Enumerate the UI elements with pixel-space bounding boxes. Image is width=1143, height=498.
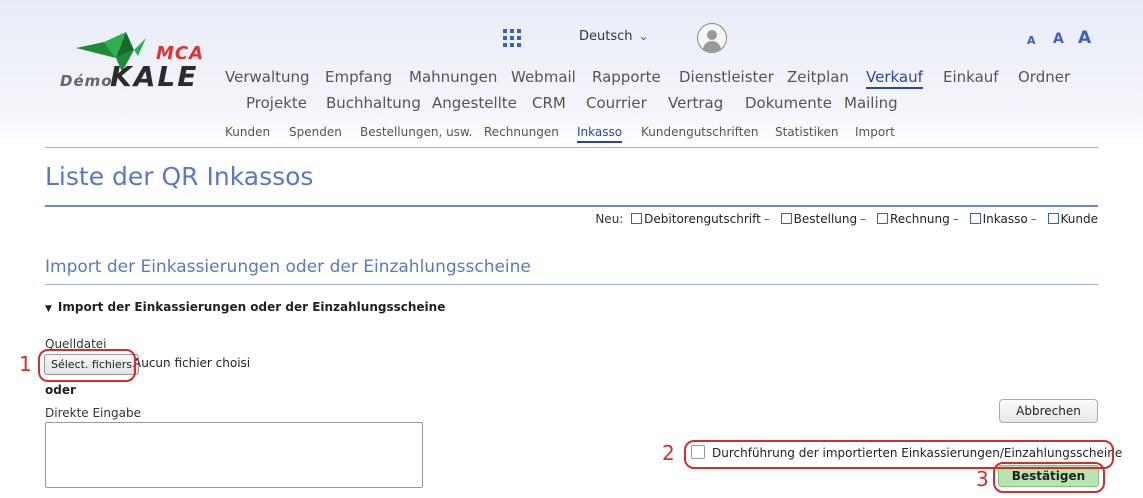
font-size-medium[interactable]: A: [1053, 31, 1064, 47]
menu-item-dokumente[interactable]: Dokumente: [745, 94, 832, 112]
apps-grid-icon[interactable]: [503, 29, 521, 47]
external-link-icon: [780, 213, 792, 224]
external-link-icon: [1047, 213, 1059, 224]
new-kunde-link[interactable]: Kunde: [1061, 212, 1098, 226]
menu-item-buchhaltung[interactable]: Buchhaltung: [326, 94, 421, 112]
section-title: Import der Einkassierungen oder der Einz…: [45, 257, 531, 277]
direct-input-textarea[interactable]: [45, 422, 423, 488]
external-link-icon: [969, 213, 981, 224]
font-size-large[interactable]: A: [1078, 28, 1091, 48]
cancel-button[interactable]: Abbrechen: [999, 399, 1098, 423]
menu-item-vertrag[interactable]: Vertrag: [668, 94, 723, 112]
title-underline: [45, 205, 1098, 207]
divider: [45, 147, 1098, 148]
triangle-down-icon: ▼: [45, 304, 52, 314]
new-links-bar: Neu: Debitorengutschrift – Bestellung – Re…: [595, 212, 1098, 226]
menu-item-verkauf[interactable]: Verkauf: [866, 68, 923, 89]
or-label: oder: [45, 383, 76, 397]
annotation-number-2: 2: [662, 441, 675, 465]
external-link-icon: [876, 213, 888, 224]
menu-item-projekte[interactable]: Projekte: [246, 94, 307, 112]
details-toggle[interactable]: ▼ Import der Einkassierungen oder der Ein…: [45, 300, 445, 314]
submenu-item-inkasso[interactable]: Inkasso: [577, 125, 623, 143]
menu-item-crm[interactable]: CRM: [532, 94, 566, 112]
details-title-text: Import der Einkassierungen oder der Einz…: [57, 300, 446, 314]
user-avatar-icon[interactable]: [697, 23, 727, 53]
logo-demo: Démo: [60, 72, 113, 90]
direct-input-label: Direkte Eingabe: [45, 406, 141, 420]
external-link-icon: [631, 213, 643, 224]
submenu-item-bestellungen[interactable]: Bestellungen, usw.: [360, 125, 472, 139]
new-rechnung-link[interactable]: Rechnung: [890, 212, 950, 226]
language-select[interactable]: Deutsch ⌄: [579, 29, 649, 44]
submenu-item-kundengutschriften[interactable]: Kundengutschriften: [641, 125, 758, 139]
menu-item-dienstleister[interactable]: Dienstleister: [679, 68, 774, 86]
menu-item-verwaltung[interactable]: Verwaltung: [225, 68, 310, 86]
menu-item-ordner[interactable]: Ordner: [1018, 68, 1070, 86]
logo-kale: KALE: [110, 60, 199, 93]
annotation-ring-3: [993, 462, 1105, 493]
submenu-item-spenden[interactable]: Spenden: [289, 125, 342, 139]
annotation-number-3: 3: [976, 467, 989, 491]
new-inkasso-link[interactable]: Inkasso: [983, 212, 1028, 226]
chevron-down-icon: ⌄: [638, 29, 649, 43]
menu-item-rapporte[interactable]: Rapporte: [592, 68, 661, 86]
menu-item-mahnungen[interactable]: Mahnungen: [409, 68, 497, 86]
menu-item-courrier[interactable]: Courrier: [586, 94, 647, 112]
submenu-item-statistiken[interactable]: Statistiken: [775, 125, 839, 139]
annotation-ring-1: [38, 349, 136, 382]
page-title: Liste der QR Inkassos: [45, 162, 314, 191]
app-logo[interactable]: MCA Démo KALE: [58, 28, 218, 98]
submenu-item-rechnungen[interactable]: Rechnungen: [484, 125, 559, 139]
menu-item-webmail[interactable]: Webmail: [511, 68, 576, 86]
annotation-number-1: 1: [19, 352, 32, 376]
menu-item-zeitplan[interactable]: Zeitplan: [787, 68, 849, 86]
new-debitorengutschrift-link[interactable]: Debitorengutschrift: [644, 212, 761, 226]
font-size-small[interactable]: A: [1027, 34, 1036, 47]
menu-item-mailing[interactable]: Mailing: [844, 94, 898, 112]
menu-item-angestellte[interactable]: Angestellte: [432, 94, 517, 112]
section-divider: [45, 284, 1098, 285]
new-bestellung-link[interactable]: Bestellung: [794, 212, 857, 226]
submenu-item-kunden[interactable]: Kunden: [225, 125, 270, 139]
menu-item-einkauf[interactable]: Einkauf: [943, 68, 999, 86]
new-label: Neu:: [595, 212, 624, 226]
submenu-item-import[interactable]: Import: [855, 125, 895, 139]
file-status-text: Aucun fichier choisi: [133, 356, 251, 370]
menu-item-empfang[interactable]: Empfang: [325, 68, 392, 86]
language-label: Deutsch: [579, 29, 633, 44]
